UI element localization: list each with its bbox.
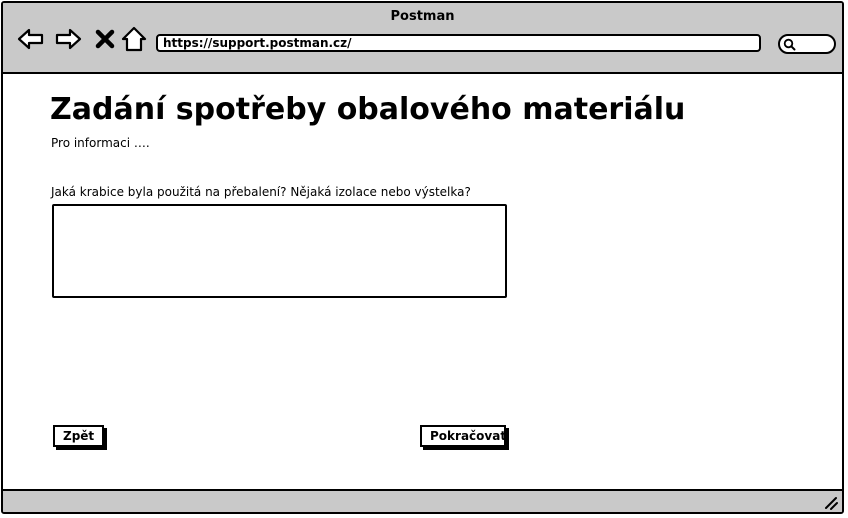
answer-textarea[interactable] [52, 204, 507, 298]
browser-titlebar: Postman https://support.postman.cz/ [3, 3, 842, 74]
stop-close-icon[interactable] [91, 25, 119, 53]
home-icon[interactable] [120, 25, 148, 53]
back-arrow-icon[interactable] [17, 25, 45, 53]
page-title: Zadání spotřeby obalového materiálu [50, 92, 686, 127]
browser-window: Postman https://support.postman.cz/ Zadá… [1, 1, 844, 514]
resize-grip-icon[interactable] [822, 494, 838, 510]
browser-statusbar [3, 489, 842, 512]
url-field[interactable]: https://support.postman.cz/ [156, 34, 761, 52]
question-label: Jaká krabice byla použitá na přebalení? … [51, 185, 471, 199]
back-button[interactable]: Zpět [53, 425, 104, 447]
window-title: Postman [390, 9, 455, 24]
search-icon [783, 38, 796, 51]
continue-button[interactable]: Pokračovat [420, 425, 506, 447]
forward-arrow-icon[interactable] [54, 25, 82, 53]
search-field[interactable] [778, 34, 836, 54]
info-text: Pro informaci …. [51, 136, 150, 150]
